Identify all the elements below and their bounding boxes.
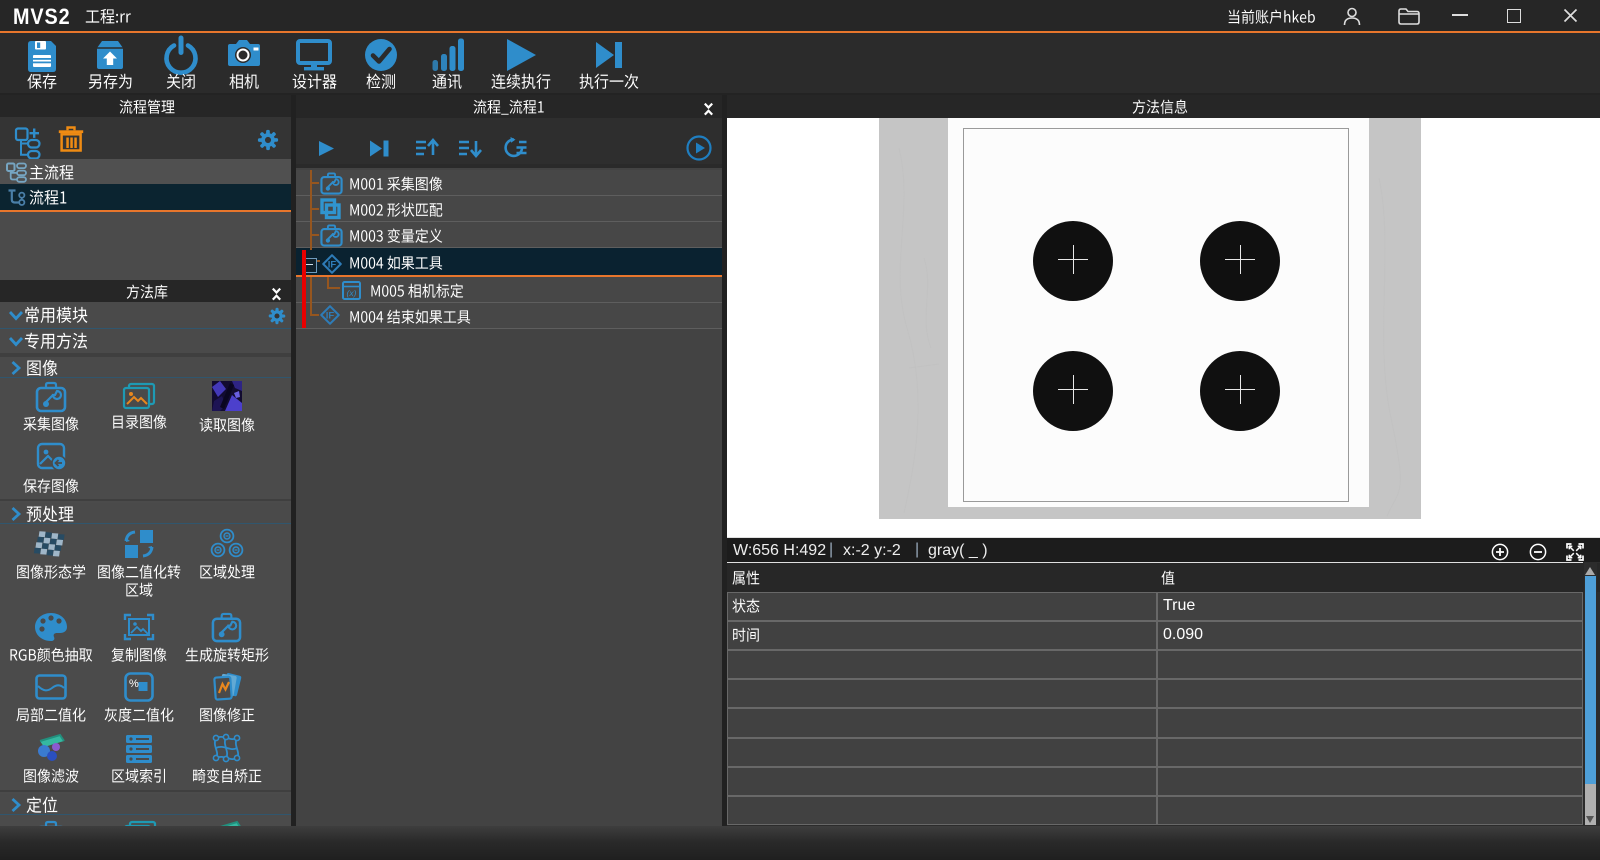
- svg-text:(x): (x): [347, 288, 357, 298]
- svg-text:%: %: [129, 678, 139, 690]
- svg-text:IF: IF: [326, 311, 335, 322]
- svg-text:IF: IF: [327, 259, 336, 270]
